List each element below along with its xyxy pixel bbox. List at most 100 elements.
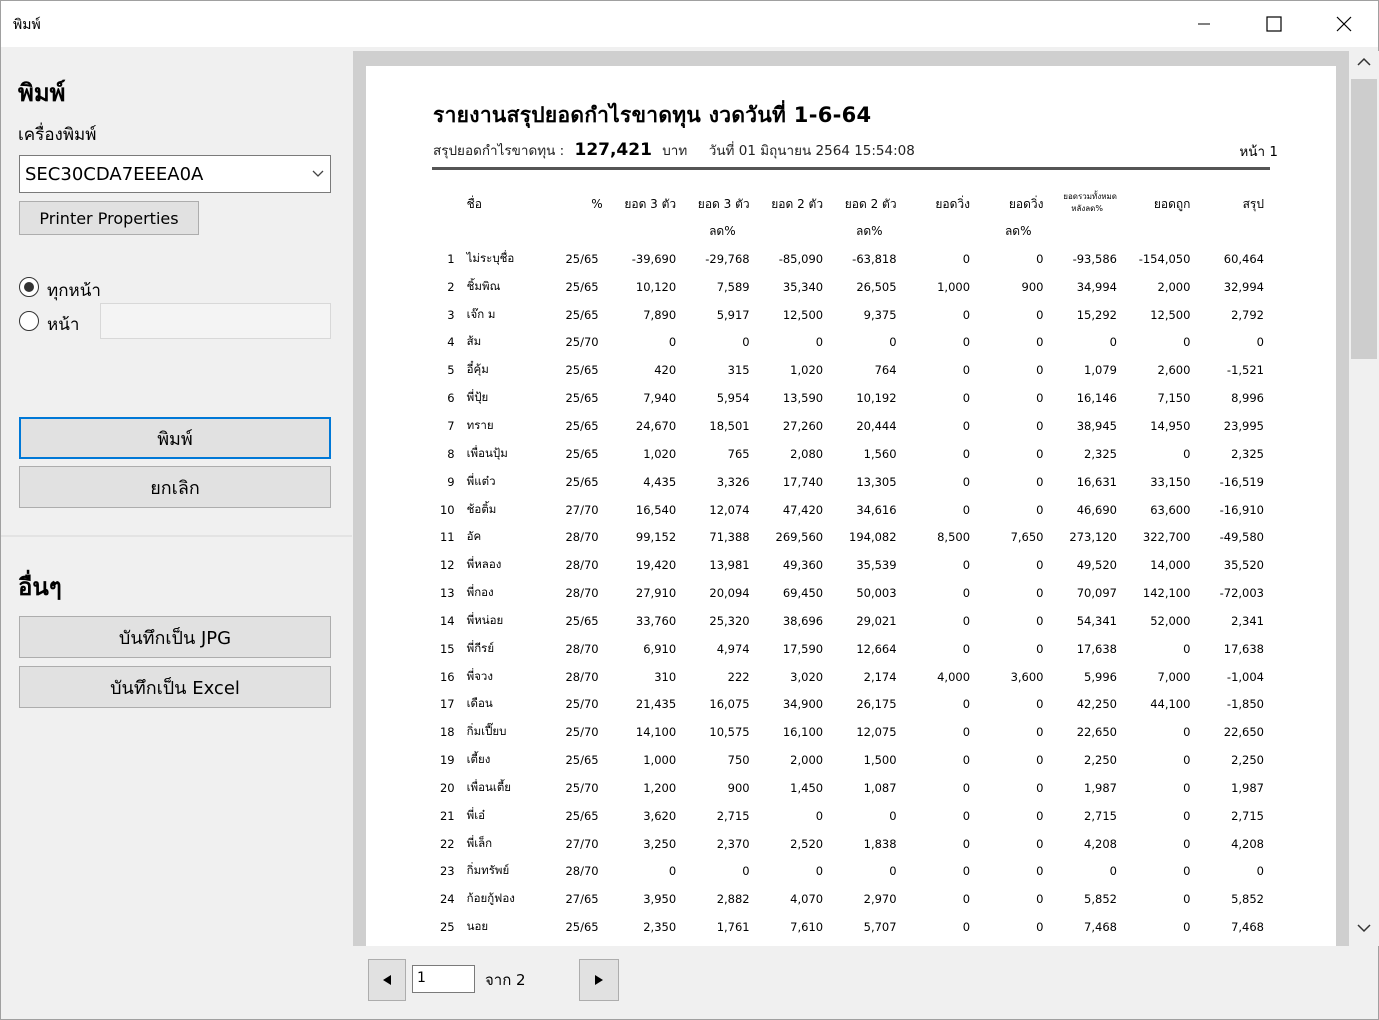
minimize-button[interactable] <box>1169 1 1239 47</box>
left-panel: พิมพ์ เครื่องพิมพ์ SEC30CDA7EEEA0A Print… <box>1 47 352 1019</box>
table-cell: 25/65 <box>565 391 599 406</box>
col-2digit-discount-l2: ลด% <box>856 224 883 238</box>
save-excel-button[interactable]: บันทึกเป็น Excel <box>19 666 331 708</box>
table-cell: 28/70 <box>565 586 599 601</box>
table-cell: ช้อติ้ม <box>466 501 497 516</box>
table-cell: 0 <box>1183 725 1191 740</box>
table-cell: 0 <box>962 697 971 712</box>
table-cell: 12,074 <box>709 502 750 517</box>
table-cell: 0 <box>1036 780 1044 795</box>
table-cell: 2,250 <box>1231 753 1264 768</box>
table-cell: 22,650 <box>1076 725 1117 740</box>
table-row: 9 พี่แต๋ว 25/65 4,435 3,326 17,740 13,305 0 0 16,… <box>432 468 1270 496</box>
table-row: 2 ชิ้มพิณ 25/65 10,120 7,589 35,340 26,505 1,00… <box>432 273 1270 301</box>
summary-amount: 127,421 <box>574 140 652 160</box>
table-cell: 1 <box>447 251 455 266</box>
table-cell: 2,174 <box>863 669 897 684</box>
table-cell: 0 <box>962 892 971 907</box>
table-cell: 2,600 <box>1157 363 1191 378</box>
prev-page-button[interactable] <box>368 959 406 1001</box>
printer-properties-button[interactable]: Printer Properties <box>19 201 199 235</box>
table-cell: -16,519 <box>1219 474 1264 489</box>
current-page-input[interactable]: 1 <box>412 965 475 993</box>
table-cell: 2,715 <box>1084 808 1117 823</box>
table-cell: 3 <box>447 307 455 322</box>
table-cell: 34,616 <box>856 502 897 517</box>
cancel-button[interactable]: ยกเลิก <box>19 466 331 508</box>
table-cell: 32,994 <box>1223 279 1264 294</box>
table-cell: 7,150 <box>1157 391 1191 406</box>
table-cell: 1,000 <box>643 753 677 768</box>
table-cell: 7 <box>447 418 455 433</box>
table-cell: 0 <box>1183 808 1191 823</box>
table-cell: 47,420 <box>782 502 824 517</box>
table-cell: -1,004 <box>1226 669 1264 684</box>
table-cell: 3,620 <box>643 808 677 823</box>
table-cell: 2,970 <box>863 892 897 907</box>
table-cell: 0 <box>668 864 677 879</box>
table-cell: 1,450 <box>790 780 824 795</box>
table-cell: 34,900 <box>782 697 824 712</box>
table-cell: 0 <box>1036 502 1044 517</box>
table-cell: 99,152 <box>635 530 677 545</box>
next-page-button[interactable] <box>579 959 619 1001</box>
table-cell: 4,435 <box>643 474 677 489</box>
table-cell: 17,590 <box>782 641 824 656</box>
table-cell: พี่เอ๋ <box>466 807 486 822</box>
printer-select[interactable]: SEC30CDA7EEEA0A <box>19 155 331 193</box>
page-range-input[interactable] <box>100 303 331 339</box>
col-total-l1: ยอดรวมทั้งหมด <box>1063 192 1117 201</box>
table-cell: 21,435 <box>635 697 677 712</box>
table-cell: 28/70 <box>565 864 599 879</box>
table-cell: 1,560 <box>863 446 897 461</box>
report-viewer[interactable]: รายงานสรุปยอดกำไรขาดทุน งวดวันที่ 1-6-64… <box>353 51 1349 946</box>
table-cell: 0 <box>1036 307 1044 322</box>
table-cell: 52,000 <box>1150 613 1191 628</box>
print-button[interactable]: พิมพ์ <box>19 417 331 459</box>
table-cell: 0 <box>815 864 824 879</box>
table-cell: 1,000 <box>937 279 971 294</box>
col-2digit-discount-l1: ยอด 2 ตัว <box>844 197 897 211</box>
table-cell: 0 <box>1183 920 1191 935</box>
table-cell: 0 <box>889 335 897 350</box>
table-row: 10 ช้อติ้ม 27/70 16,540 12,074 47,420 34,616 0 0… <box>432 496 1270 524</box>
table-cell: 1,761 <box>716 920 750 935</box>
triangle-left-icon <box>383 975 391 985</box>
table-cell: 0 <box>1183 780 1191 795</box>
table-cell: 28/70 <box>565 641 599 656</box>
table-cell: 26,505 <box>856 279 897 294</box>
table-cell: 0 <box>962 780 971 795</box>
table-cell: 5,917 <box>716 307 750 322</box>
table-cell: กิ่มเปี๊ยบ <box>466 724 507 739</box>
table-cell: 10,192 <box>856 391 897 406</box>
page-count-label: จาก 2 <box>485 971 526 989</box>
radio-all-pages[interactable] <box>19 277 39 297</box>
scrollbar-thumb[interactable] <box>1351 79 1377 359</box>
close-button[interactable] <box>1309 1 1379 47</box>
table-cell: 2,325 <box>1231 446 1264 461</box>
print-heading: พิมพ์ <box>18 79 66 107</box>
table-cell: 22 <box>439 836 455 851</box>
table-cell: 25/70 <box>565 697 599 712</box>
table-cell: 0 <box>815 335 824 350</box>
table-cell: เดือน <box>466 696 493 711</box>
save-jpg-button[interactable]: บันทึกเป็น JPG <box>19 616 331 658</box>
table-cell: 22,650 <box>1223 725 1264 740</box>
table-cell: 2,792 <box>1231 307 1264 322</box>
vertical-scrollbar[interactable] <box>1349 51 1379 946</box>
radio-page[interactable] <box>19 311 39 331</box>
table-row: 18 กิ่มเปี๊ยบ 25/70 14,100 10,575 16,100 12,07… <box>432 718 1270 746</box>
table-cell: 0 <box>1256 864 1264 879</box>
table-cell: 4 <box>447 335 455 350</box>
table-cell: 27,910 <box>635 586 677 601</box>
table-cell: 12 <box>439 558 455 573</box>
table-cell: 7,940 <box>643 391 677 406</box>
table-cell: 20,094 <box>709 586 750 601</box>
table-cell: 322,700 <box>1142 530 1191 545</box>
maximize-button[interactable] <box>1239 1 1309 47</box>
table-cell: 0 <box>1036 808 1044 823</box>
table-cell: 765 <box>727 446 750 461</box>
table-cell: อัค <box>466 529 482 544</box>
table-cell: 5,996 <box>1084 669 1117 684</box>
table-cell: 1,838 <box>863 836 897 851</box>
